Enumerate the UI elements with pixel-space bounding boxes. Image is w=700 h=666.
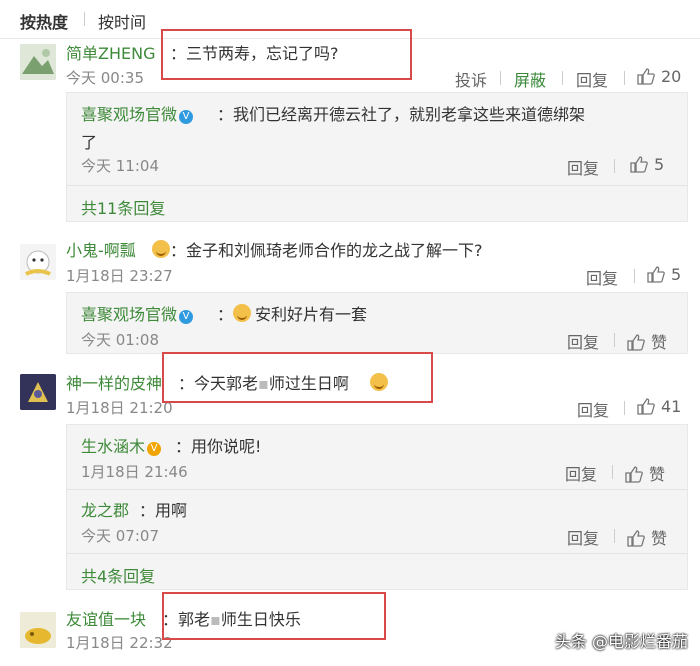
reply-button[interactable]: 回复 — [565, 461, 597, 485]
action-divider — [634, 269, 635, 283]
comment-time: 今天 00:35 — [66, 69, 144, 87]
reply-box: 喜聚观场官微 V ： 安利好片有一套 今天 01:08 回复 赞 — [66, 292, 688, 354]
more-replies-link[interactable]: 共11条回复 — [81, 195, 165, 219]
avatar[interactable] — [20, 612, 56, 648]
dog-emoji-icon — [370, 373, 388, 391]
reply-text: 安利好片有一套 — [255, 305, 368, 324]
reply-colon: ： — [139, 501, 156, 520]
comment-colon: ： — [170, 44, 187, 63]
verified-badge-icon: V — [179, 310, 194, 324]
action-divider — [614, 333, 615, 347]
comment-time: 1月18日 22:32 — [66, 634, 173, 652]
comment-colon: ： — [178, 374, 195, 393]
action-divider — [562, 71, 563, 85]
action-divider — [624, 401, 625, 415]
verified-badge-icon: V — [179, 110, 194, 124]
crown-emoji-icon — [152, 240, 170, 258]
reply-divider — [67, 553, 687, 554]
reply-button[interactable]: 回复 — [577, 397, 609, 421]
like-label: 赞 — [651, 529, 668, 548]
comment-time: 1月18日 21:20 — [66, 399, 173, 417]
block-button[interactable]: 屏蔽 — [514, 67, 546, 91]
avatar[interactable] — [20, 374, 56, 410]
tab-by-popularity[interactable]: 按热度 — [20, 9, 68, 33]
reply-time: 今天 07:07 — [81, 527, 159, 545]
thumbs-up-icon — [637, 398, 655, 415]
avatar-image-icon — [20, 374, 56, 410]
like-button[interactable]: 5 — [647, 265, 681, 284]
reply-text: 用你说呢! — [191, 437, 262, 456]
action-divider — [624, 71, 625, 85]
watermark: 头条 @电影烂番茄 — [554, 632, 688, 651]
comment-colon: ： — [170, 241, 187, 260]
like-button[interactable]: 20 — [637, 67, 681, 86]
action-divider — [612, 465, 613, 479]
reply-username[interactable]: 生水涵木 V — [81, 433, 162, 457]
thumbs-up-icon — [627, 530, 645, 547]
reply-colon: ： — [217, 305, 234, 324]
like-button[interactable]: 赞 — [627, 525, 667, 549]
avatar[interactable] — [20, 44, 56, 80]
reply-username[interactable]: 喜聚观场官微 V — [81, 301, 194, 325]
like-count: 5 — [654, 155, 665, 174]
report-button[interactable]: 投诉 — [455, 67, 487, 91]
thumbs-up-icon — [647, 266, 665, 283]
like-button[interactable]: 赞 — [625, 461, 665, 485]
reply-time: 今天 01:08 — [81, 331, 159, 349]
reply-box: 喜聚观场官微 V ： 我们已经离开德云社了，就别老拿这些来道德绑架 了 今天 11… — [66, 92, 688, 222]
reply-username[interactable]: 喜聚观场官微 V — [81, 101, 194, 125]
reply-button[interactable]: 回复 — [576, 67, 608, 91]
like-count: 41 — [661, 397, 682, 416]
smile-emoji-icon — [233, 304, 251, 322]
reply-box: 生水涵木 V ： 用你说呢! 1月18日 21:46 回复 赞 龙之郡 ： 用啊 … — [66, 424, 688, 590]
reply-colon: ： — [217, 105, 234, 124]
reply-time: 1月18日 21:46 — [81, 463, 188, 481]
like-count: 5 — [671, 265, 682, 284]
reply-button[interactable]: 回复 — [567, 155, 599, 179]
reply-text: 用啊 — [155, 501, 188, 520]
reply-colon: ： — [175, 437, 192, 456]
comment-username[interactable]: 友谊值一块 — [66, 606, 146, 630]
like-label: 赞 — [649, 465, 666, 484]
like-button[interactable]: 5 — [630, 155, 664, 174]
reply-username[interactable]: 龙之郡 — [81, 497, 129, 521]
like-button[interactable]: 赞 — [627, 329, 667, 353]
comment-colon: ： — [162, 610, 179, 629]
comment-username[interactable]: 神一样的皮神 — [66, 370, 162, 394]
comment-text: 今天郭老▪师过生日啊 — [194, 374, 349, 393]
sort-bar: 按热度 按时间 — [0, 0, 700, 39]
more-replies-link[interactable]: 共4条回复 — [81, 563, 155, 587]
action-divider — [614, 529, 615, 543]
like-button[interactable]: 41 — [637, 397, 681, 416]
reply-text: 我们已经离开德云社了，就别老拿这些来道德绑架 — [233, 105, 586, 124]
tab-by-time[interactable]: 按时间 — [98, 9, 146, 33]
avatar-image-icon — [20, 244, 56, 280]
thumbs-up-icon — [625, 466, 643, 483]
thumbs-up-icon — [637, 68, 655, 85]
comment-time: 1月18日 23:27 — [66, 267, 173, 285]
thumbs-up-icon — [627, 334, 645, 351]
reply-divider — [67, 489, 687, 490]
like-count: 20 — [661, 67, 682, 86]
reply-divider — [67, 185, 687, 186]
reply-text-continued: 了 — [81, 133, 98, 152]
reply-button[interactable]: 回复 — [586, 265, 618, 289]
comment-text: 三节两寿，忘记了吗? — [186, 44, 339, 63]
comment-username[interactable]: 简单ZHENG — [66, 40, 155, 64]
avatar-image-icon — [20, 44, 56, 80]
comment-text: 金子和刘佩琦老师合作的龙之战了解一下? — [186, 241, 483, 260]
reply-time: 今天 11:04 — [81, 157, 159, 175]
comment-text: 郭老▪师生日快乐 — [178, 610, 301, 629]
verified-badge-icon: V — [147, 442, 162, 456]
avatar[interactable] — [20, 244, 56, 280]
tab-divider — [84, 12, 85, 26]
action-divider — [500, 71, 501, 85]
thumbs-up-icon — [630, 156, 648, 173]
reply-button[interactable]: 回复 — [567, 329, 599, 353]
comment-username[interactable]: 小鬼-啊瓢 — [66, 237, 136, 261]
action-divider — [614, 159, 615, 173]
like-label: 赞 — [651, 333, 668, 352]
avatar-image-icon — [20, 612, 56, 648]
reply-button[interactable]: 回复 — [567, 525, 599, 549]
